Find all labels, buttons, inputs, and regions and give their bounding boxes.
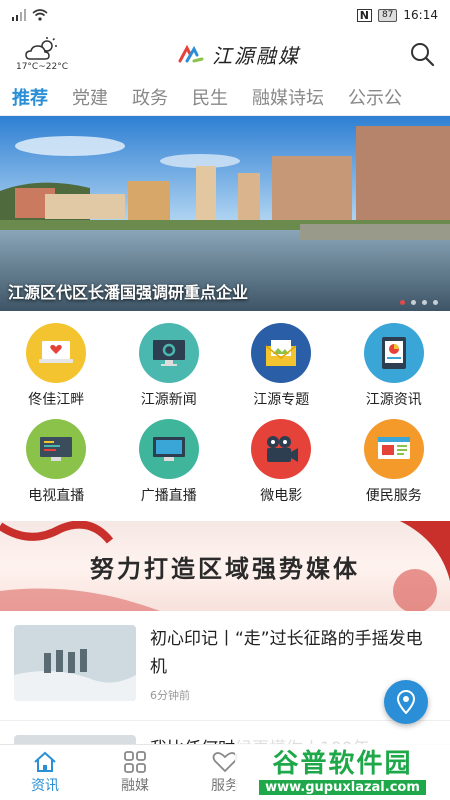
tab-government[interactable]: 政务	[120, 84, 180, 110]
tab-poetry[interactable]: 融媒诗坛	[240, 84, 336, 110]
location-fab[interactable]	[384, 680, 428, 724]
tab-announcement[interactable]: 公示公	[336, 84, 414, 110]
carousel-dot[interactable]	[422, 300, 427, 305]
category-tabs: 推荐 党建 政务 民生 融媒诗坛 公示公	[0, 78, 450, 116]
monitor-gear-icon	[138, 323, 199, 383]
laptop-heart-icon	[26, 323, 87, 383]
watermark-title: 谷普软件园	[272, 749, 413, 779]
nav-label: 融媒	[121, 777, 149, 794]
grid-item-micro-film[interactable]: 微电影	[225, 419, 338, 505]
grid-item-convenience-service[interactable]: 便民服务	[338, 419, 450, 505]
grid-label: 广播直播	[140, 488, 197, 504]
partly-cloudy-icon	[25, 36, 57, 60]
nfc-icon: N	[356, 8, 372, 22]
news-item[interactable]: 初心印记丨“走”过长征路的手摇发电机 6分钟前	[0, 611, 450, 721]
watermark-url: www.gupuxlazal.com	[259, 780, 426, 795]
carousel-indicator	[400, 300, 438, 305]
home-icon	[34, 751, 56, 772]
slogan-banner[interactable]: 努力打造区域强势媒体	[0, 521, 450, 611]
news-thumbnail	[14, 625, 136, 701]
grid-item-jiangyuan-special[interactable]: 江源专题	[225, 323, 338, 409]
computer-screen-icon	[138, 419, 199, 479]
status-bar: N 87 16:14	[0, 0, 450, 30]
tv-screen-icon	[26, 419, 87, 479]
search-button[interactable]	[406, 38, 438, 70]
grid-item-radio-live[interactable]: 广播直播	[113, 419, 226, 505]
app-header: 17°C~22°C 江源融媒	[0, 30, 450, 78]
slogan-text: 努力打造区域强势媒体	[90, 554, 360, 583]
banner-carousel[interactable]: 江源区代区长潘国强调研重点企业	[0, 116, 450, 311]
feature-grid: 佟佳江畔 江源新闻 江源专题 江源资讯 电视直播 广播直播 微电影 便民服务	[0, 311, 450, 511]
grid-item-tongjia-riverside[interactable]: 佟佳江畔	[0, 323, 113, 409]
tab-party-building[interactable]: 党建	[60, 84, 120, 110]
tablet-chart-icon	[363, 323, 424, 383]
carousel-dot[interactable]	[411, 300, 416, 305]
logo-text: 江源融媒	[212, 43, 300, 68]
tab-livelihood[interactable]: 民生	[180, 84, 240, 110]
film-camera-icon	[251, 419, 312, 479]
nav-item-media[interactable]: 融媒	[90, 745, 180, 800]
battery-indicator: 87	[377, 8, 398, 22]
nav-item-news[interactable]: 资讯	[0, 745, 90, 800]
grid-item-tv-live[interactable]: 电视直播	[0, 419, 113, 505]
grid-label: 江源专题	[253, 392, 310, 408]
browser-window-icon	[363, 419, 424, 479]
grid-item-jiangyuan-info[interactable]: 江源资讯	[338, 323, 450, 409]
weather-widget[interactable]: 17°C~22°C	[12, 36, 72, 72]
logo-mark-icon	[178, 45, 204, 63]
wifi-icon	[32, 9, 48, 21]
grid-label: 江源新闻	[140, 392, 197, 408]
envelope-image-icon	[251, 323, 312, 383]
grid-item-jiangyuan-news[interactable]: 江源新闻	[113, 323, 226, 409]
nav-label: 资讯	[31, 777, 59, 794]
tab-recommend[interactable]: 推荐	[0, 84, 60, 110]
location-pin-icon	[396, 690, 416, 714]
site-watermark: 谷普软件园 www.gupuxlazal.com	[235, 738, 450, 800]
grid-label: 微电影	[260, 488, 303, 504]
grid-label: 江源资讯	[365, 392, 422, 408]
weather-temperature: 17°C~22°C	[15, 61, 68, 72]
grid-label: 电视直播	[28, 488, 85, 504]
banner-caption: 江源区代区长潘国强调研重点企业	[8, 283, 249, 302]
grid-label: 佟佳江畔	[28, 392, 85, 408]
clock: 16:14	[403, 8, 438, 22]
grid-icon	[124, 750, 146, 773]
search-icon	[411, 43, 435, 67]
news-title: 初心印记丨“走”过长征路的手摇发电机	[150, 629, 423, 677]
carousel-dot[interactable]	[433, 300, 438, 305]
grid-label: 便民服务	[365, 488, 422, 504]
app-logo: 江源融媒	[178, 40, 300, 69]
signal-icon	[12, 9, 26, 21]
carousel-dot[interactable]	[400, 300, 405, 305]
